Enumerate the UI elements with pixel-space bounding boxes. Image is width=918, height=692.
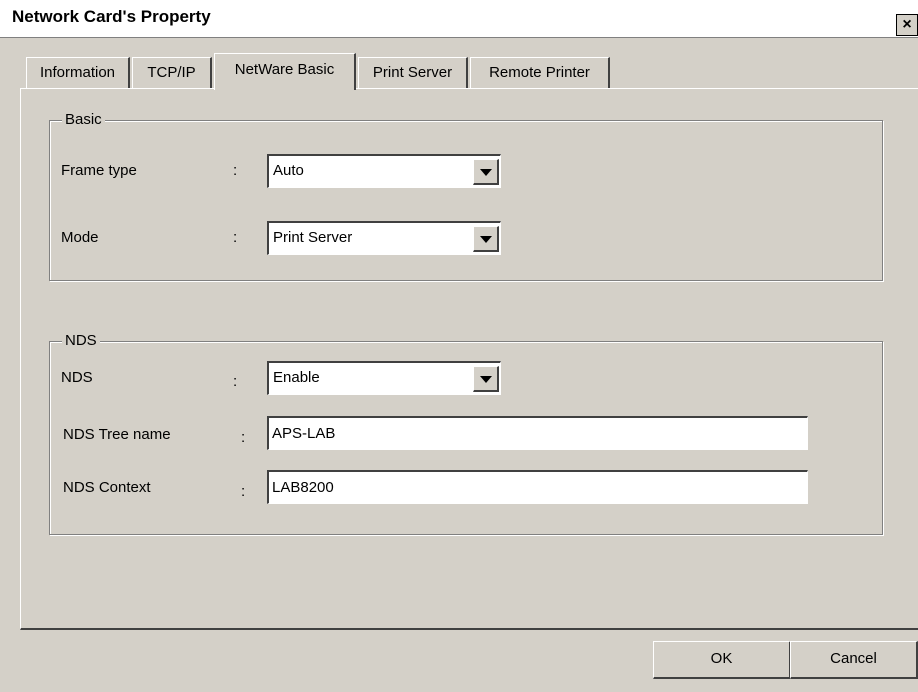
tab-panel-netware-basic: Basic Frame type : Auto Mode : Print Ser… bbox=[20, 88, 918, 630]
nds-tree-name-colon: : bbox=[241, 429, 246, 446]
chevron-down-icon[interactable] bbox=[473, 366, 499, 392]
nds-value: Enable bbox=[273, 369, 320, 386]
cancel-button[interactable]: Cancel bbox=[790, 641, 918, 679]
tab-netware-basic[interactable]: NetWare Basic bbox=[214, 53, 356, 90]
mode-select[interactable]: Print Server bbox=[267, 221, 501, 255]
nds-context-field[interactable]: LAB8200 bbox=[267, 470, 808, 504]
nds-context-colon: : bbox=[241, 483, 246, 500]
title-bar: Network Card's Property × bbox=[0, 0, 918, 38]
chevron-down-icon[interactable] bbox=[473, 159, 499, 185]
nds-tree-name-label: NDS Tree name bbox=[63, 426, 171, 443]
mode-label: Mode bbox=[61, 229, 99, 246]
mode-colon: : bbox=[233, 229, 238, 246]
basic-group: Basic bbox=[49, 111, 883, 281]
tab-information[interactable]: Information bbox=[26, 57, 130, 88]
window-title: Network Card's Property bbox=[12, 7, 211, 26]
frame-type-colon: : bbox=[233, 162, 238, 179]
tab-remote-printer[interactable]: Remote Printer bbox=[470, 57, 610, 88]
basic-group-title: Basic bbox=[62, 111, 105, 129]
nds-label: NDS bbox=[61, 369, 93, 386]
frame-type-value: Auto bbox=[273, 162, 304, 179]
tab-print-server[interactable]: Print Server bbox=[358, 57, 468, 88]
nds-context-label: NDS Context bbox=[63, 479, 151, 496]
chevron-down-icon[interactable] bbox=[473, 226, 499, 252]
nds-colon: : bbox=[233, 373, 238, 390]
nds-group-title: NDS bbox=[62, 332, 100, 350]
mode-value: Print Server bbox=[273, 229, 353, 246]
frame-type-select[interactable]: Auto bbox=[267, 154, 501, 188]
nds-context-value: LAB8200 bbox=[272, 479, 334, 496]
tab-tcp-ip[interactable]: TCP/IP bbox=[132, 57, 212, 88]
frame-type-label: Frame type bbox=[61, 162, 137, 179]
nds-select[interactable]: Enable bbox=[267, 361, 501, 395]
close-icon[interactable]: × bbox=[896, 14, 918, 36]
ok-button[interactable]: OK bbox=[653, 641, 791, 679]
nds-tree-name-field[interactable]: APS-LAB bbox=[267, 416, 808, 450]
nds-tree-name-value: APS-LAB bbox=[272, 425, 336, 442]
